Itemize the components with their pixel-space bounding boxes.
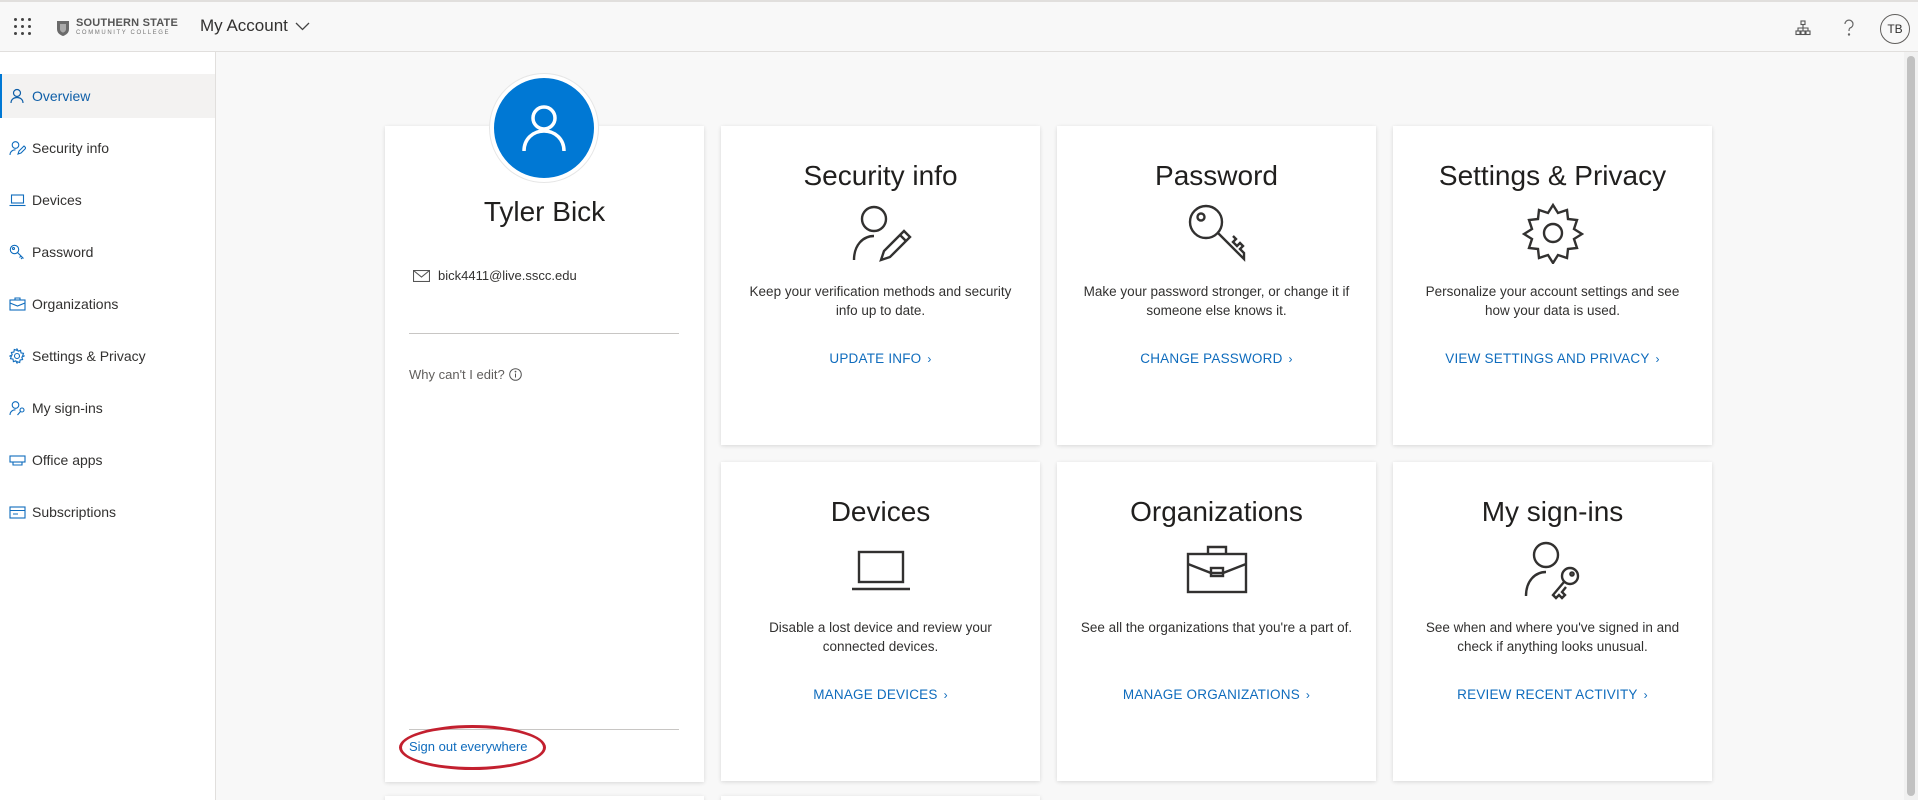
profile-divider bbox=[409, 333, 679, 334]
tile-description: See all the organizations that you're a … bbox=[1080, 620, 1353, 635]
chevron-right-icon: › bbox=[943, 688, 948, 702]
sidebar-item-overview[interactable]: Overview bbox=[0, 74, 215, 118]
tile-description: Disable a lost device and review your co… bbox=[769, 620, 992, 654]
tile-security-info: Security info Keep your verification met… bbox=[721, 126, 1040, 445]
subscriptions-icon bbox=[8, 503, 26, 521]
sidebar-item-label: Organizations bbox=[32, 296, 119, 312]
laptop-icon bbox=[850, 538, 912, 600]
tile-description: Keep your verification methods and secur… bbox=[749, 284, 1012, 318]
sidebar-item-label: Office apps bbox=[32, 452, 103, 468]
briefcase-icon bbox=[8, 295, 26, 313]
gear-icon bbox=[8, 347, 26, 365]
tile-settings-privacy: Settings & Privacy Personalize your acco… bbox=[1393, 126, 1712, 445]
person-icon bbox=[522, 105, 566, 152]
review-recent-activity-link[interactable]: REVIEW RECENT ACTIVITY › bbox=[1393, 687, 1712, 702]
sidebar-item-label: Password bbox=[32, 244, 94, 260]
manage-devices-link[interactable]: MANAGE DEVICES › bbox=[721, 687, 1040, 702]
chevron-down-icon bbox=[295, 22, 310, 30]
shield-logo-icon bbox=[57, 20, 69, 36]
sidebar-item-label: Settings & Privacy bbox=[32, 348, 146, 364]
tile-description: Personalize your account settings and se… bbox=[1425, 284, 1680, 318]
sidebar-item-label: Overview bbox=[32, 88, 91, 104]
link-label: UPDATE INFO bbox=[829, 351, 922, 366]
help-icon[interactable] bbox=[1837, 16, 1861, 40]
app-title-label: My Account bbox=[200, 16, 288, 35]
sidebar-item-subscriptions[interactable]: Subscriptions bbox=[0, 490, 215, 534]
profile-email: bick4411@live.sscc.edu bbox=[413, 268, 577, 283]
link-label: VIEW SETTINGS AND PRIVACY bbox=[1445, 351, 1650, 366]
chevron-right-icon: › bbox=[1305, 688, 1311, 702]
chevron-right-icon: › bbox=[1655, 352, 1660, 366]
person-key-icon bbox=[8, 399, 26, 417]
info-icon[interactable] bbox=[508, 368, 522, 381]
person-key-icon bbox=[1522, 538, 1584, 600]
update-info-link[interactable]: UPDATE INFO › bbox=[721, 351, 1040, 366]
briefcase-icon bbox=[1186, 538, 1248, 600]
cant-edit-label: Why can't I edit? bbox=[409, 367, 505, 382]
office-apps-icon bbox=[8, 451, 26, 469]
tile-title: Password bbox=[1155, 160, 1278, 191]
sidebar-item-devices[interactable]: Devices bbox=[0, 178, 215, 222]
logo-line2: COMMUNITY COLLEGE bbox=[76, 30, 171, 36]
tile-title: Devices bbox=[830, 496, 931, 527]
sidebar-item-label: Security info bbox=[32, 140, 110, 156]
key-icon bbox=[1186, 202, 1248, 264]
sidebar-item-my-sign-ins[interactable]: My sign-ins bbox=[0, 386, 215, 430]
change-password-link[interactable]: CHANGE PASSWORD › bbox=[1057, 351, 1376, 366]
tile-organizations: Organizations See all the organizations … bbox=[1057, 462, 1376, 781]
tile-devices: Devices Disable a lost device and review… bbox=[721, 462, 1040, 781]
org-chart-icon[interactable] bbox=[1791, 16, 1815, 40]
gear-icon bbox=[1522, 202, 1584, 264]
sidebar: Overview Security info Devices Password … bbox=[0, 52, 216, 800]
card-edge bbox=[385, 796, 704, 800]
tile-my-sign-ins: My sign-ins See when and where you've si… bbox=[1393, 462, 1712, 781]
profile-name: Tyler Bick bbox=[483, 196, 606, 227]
profile-avatar bbox=[490, 74, 598, 182]
manage-organizations-link[interactable]: MANAGE ORGANIZATIONS › bbox=[1057, 687, 1376, 702]
sidebar-item-organizations[interactable]: Organizations bbox=[0, 282, 215, 326]
sidebar-item-settings-privacy[interactable]: Settings & Privacy bbox=[0, 334, 215, 378]
card-edge bbox=[721, 796, 1040, 800]
sidebar-item-security-info[interactable]: Security info bbox=[0, 126, 215, 170]
profile-email-text: bick4411@live.sscc.edu bbox=[438, 268, 577, 283]
sidebar-item-label: Subscriptions bbox=[32, 504, 117, 520]
chevron-right-icon: › bbox=[1288, 352, 1293, 366]
sidebar-item-password[interactable]: Password bbox=[0, 230, 215, 274]
tile-title: Settings & Privacy bbox=[1438, 160, 1667, 191]
tile-description: Make your password stronger, or change i… bbox=[1083, 284, 1350, 318]
page-scrollbar[interactable] bbox=[1904, 52, 1918, 800]
app-title[interactable]: My Account bbox=[200, 16, 310, 36]
tile-title: My sign-ins bbox=[1481, 496, 1624, 527]
key-icon bbox=[8, 243, 26, 261]
person-edit-icon bbox=[850, 202, 912, 264]
mail-icon bbox=[413, 269, 430, 282]
person-edit-icon bbox=[8, 139, 26, 157]
tile-password: Password Make your password stronger, or… bbox=[1057, 126, 1376, 445]
sidebar-item-office-apps[interactable]: Office apps bbox=[0, 438, 215, 482]
link-label: MANAGE DEVICES bbox=[813, 687, 938, 702]
sidebar-item-label: My sign-ins bbox=[32, 400, 103, 416]
user-avatar[interactable]: TB bbox=[1880, 14, 1910, 44]
chevron-right-icon: › bbox=[1643, 688, 1648, 702]
view-settings-privacy-link[interactable]: VIEW SETTINGS AND PRIVACY › bbox=[1393, 351, 1712, 366]
scrollbar-thumb[interactable] bbox=[1907, 56, 1915, 796]
link-label: CHANGE PASSWORD bbox=[1140, 351, 1283, 366]
chevron-right-icon: › bbox=[927, 352, 932, 366]
top-bar: SOUTHERN STATE COMMUNITY COLLEGE My Accou… bbox=[0, 0, 1918, 52]
tile-description: See when and where you've signed in and … bbox=[1425, 620, 1680, 654]
tile-title: Organizations bbox=[1130, 496, 1303, 527]
person-icon bbox=[8, 87, 26, 105]
waffle-icon[interactable] bbox=[14, 18, 32, 36]
college-logo[interactable]: SOUTHERN STATE COMMUNITY COLLEGE bbox=[56, 18, 178, 37]
tile-title: Security info bbox=[803, 160, 958, 191]
annotation-circle bbox=[399, 725, 546, 770]
laptop-icon bbox=[8, 191, 26, 209]
link-label: REVIEW RECENT ACTIVITY bbox=[1457, 687, 1638, 702]
cant-edit-text: Why can't I edit? bbox=[409, 367, 522, 382]
link-label: MANAGE ORGANIZATIONS bbox=[1122, 687, 1300, 702]
sidebar-item-label: Devices bbox=[32, 192, 82, 208]
